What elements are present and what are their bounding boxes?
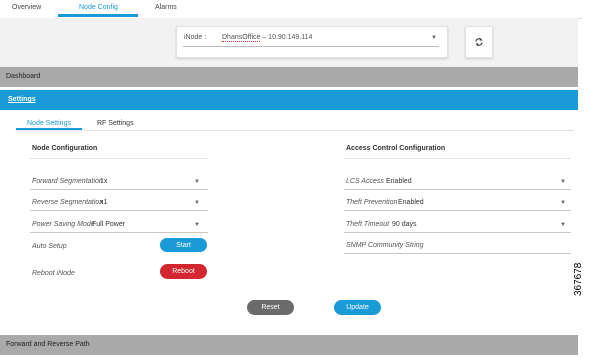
theft-timeout-select[interactable]: Theft Timeout 90 days ▼ (344, 217, 571, 233)
field-underline (344, 210, 571, 211)
tab-rf-settings[interactable]: RF Settings (97, 120, 134, 127)
field-underline (344, 189, 571, 190)
settings-section-header[interactable]: Settings (0, 90, 578, 110)
tab-node-config[interactable]: Node Config (79, 4, 118, 11)
field-underline (30, 232, 208, 233)
theft-prevention-label: Theft Prevention (346, 199, 398, 206)
forward-segmentation-label: Forward Segmentation (32, 178, 103, 185)
node-configuration-divider (30, 158, 208, 159)
forward-segmentation-select[interactable]: Forward Segmentation 1x ▼ (30, 174, 208, 190)
reboot-button[interactable]: Reboot (160, 264, 207, 279)
power-saving-mode-select[interactable]: Power Saving Mode Full Power ▼ (30, 217, 208, 233)
tab-node-settings[interactable]: Node Settings (27, 120, 71, 127)
theft-prevention-select[interactable]: Theft Prevention Enabled ▼ (344, 195, 571, 211)
power-saving-mode-value: Full Power (92, 221, 126, 228)
tab-overview[interactable]: Overview (12, 4, 41, 11)
refresh-button[interactable] (465, 26, 493, 58)
active-sub-tab-indicator (16, 128, 82, 130)
reboot-inode-label: Reboot iNode (32, 270, 75, 277)
chevron-down-icon: ▼ (194, 179, 200, 185)
field-underline (30, 189, 208, 190)
snmp-community-string-field[interactable]: SNMP Community String (344, 238, 571, 254)
node-configuration-heading: Node Configuration (32, 145, 98, 152)
lcs-access-value: Enabled (386, 178, 412, 185)
inode-label: iNode : (184, 34, 207, 41)
field-underline (344, 253, 571, 254)
lcs-access-label: LCS Access (346, 178, 384, 185)
snmp-community-string-label: SNMP Community String (346, 242, 424, 249)
access-control-heading: Access Control Configuration (346, 145, 446, 152)
top-tab-bar: Overview Node Config Alarms (0, 0, 582, 19)
chevron-down-icon: ▼ (194, 200, 200, 206)
inode-name: DhansOffice (222, 34, 261, 42)
access-control-divider (344, 158, 571, 159)
chevron-down-icon: ▼ (194, 222, 200, 228)
field-underline (344, 232, 571, 233)
inode-select-underline (183, 46, 439, 47)
reset-button[interactable]: Reset (247, 300, 294, 315)
reverse-segmentation-select[interactable]: Reverse Segmentation x1 ▼ (30, 195, 208, 211)
theft-prevention-value: Enabled (398, 199, 424, 206)
power-saving-mode-label: Power Saving Mode (32, 221, 95, 228)
refresh-icon (475, 38, 483, 46)
forward-reverse-path-section-header[interactable]: Forward and Reverse Path (0, 335, 578, 355)
chevron-down-icon: ▼ (560, 179, 566, 185)
chevron-down-icon: ▼ (560, 222, 566, 228)
tab-alarms[interactable]: Alarms (155, 4, 177, 11)
settings-title: Settings (8, 96, 36, 103)
lcs-access-select[interactable]: LCS Access Enabled ▼ (344, 174, 571, 190)
theft-timeout-value: 90 days (392, 221, 417, 228)
reverse-segmentation-value: x1 (100, 199, 108, 206)
reverse-segmentation-label: Reverse Segmentation (32, 199, 104, 206)
inode-address: – 10.90.149.114 (260, 34, 313, 41)
sub-tab-divider (16, 130, 574, 131)
forward-segmentation-value: 1x (100, 178, 108, 185)
dashboard-section-header[interactable]: Dashboard (0, 67, 578, 87)
chevron-down-icon[interactable]: ▼ (431, 35, 437, 41)
field-underline (30, 210, 208, 211)
dashboard-title: Dashboard (6, 73, 41, 80)
theft-timeout-label: Theft Timeout (346, 221, 390, 228)
active-tab-indicator (58, 14, 138, 17)
auto-setup-label: Auto Setup (32, 243, 67, 250)
start-button[interactable]: Start (160, 238, 207, 252)
forward-reverse-path-title: Forward and Reverse Path (6, 341, 90, 348)
update-button[interactable]: Update (334, 300, 381, 315)
inode-select[interactable] (176, 26, 448, 58)
figure-number: 367678 (573, 262, 584, 296)
inode-value: DhansOffice – 10.90.149.114 (222, 34, 313, 42)
chevron-down-icon: ▼ (560, 200, 566, 206)
